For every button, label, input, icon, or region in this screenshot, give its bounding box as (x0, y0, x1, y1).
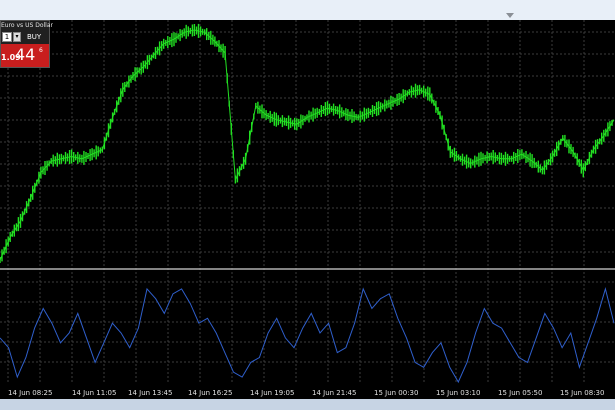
chart-area[interactable]: 14 Jun 08:25 14 Jun 11:05 14 Jun 13:45 14 J… (0, 20, 615, 399)
time-axis-label: 14 Jun 13:45 (128, 389, 172, 397)
lot-spinner-button[interactable]: ▾ (13, 32, 21, 42)
time-axis-label: 14 Jun 16:25 (188, 389, 232, 397)
time-axis-label: 14 Jun 21:45 (312, 389, 356, 397)
one-click-trading-panel: Euro vs US Dollar 1 ▾ BUY 1.09 44 6 (0, 20, 53, 68)
time-axis-label: 14 Jun 11:05 (72, 389, 116, 397)
time-axis-label: 15 Jun 00:30 (374, 389, 418, 397)
buy-label: BUY (27, 33, 42, 41)
time-axis-label: 14 Jun 08:25 (8, 389, 52, 397)
buy-price-fraction: 6 (39, 47, 43, 54)
window-bottom-strip (0, 399, 615, 410)
buy-button[interactable]: 1.09 44 6 (1, 44, 49, 67)
window-top-strip (0, 0, 615, 21)
lot-size-input[interactable]: 1 (2, 32, 12, 42)
time-axis-label: 15 Jun 03:10 (436, 389, 480, 397)
chart-window[interactable]: 14 Jun 08:25 14 Jun 11:05 14 Jun 13:45 14 J… (0, 20, 615, 399)
buy-price-pips: 44 (15, 45, 36, 64)
time-axis-label: 14 Jun 19:05 (250, 389, 294, 397)
time-axis-label: 15 Jun 08:30 (560, 389, 604, 397)
price-series-line (0, 29, 615, 261)
collapse-arrow-icon[interactable] (506, 13, 514, 19)
indicator-series-line (0, 287, 615, 384)
symbol-label: Euro vs US Dollar (1, 22, 53, 29)
time-axis-label: 15 Jun 05:50 (498, 389, 542, 397)
